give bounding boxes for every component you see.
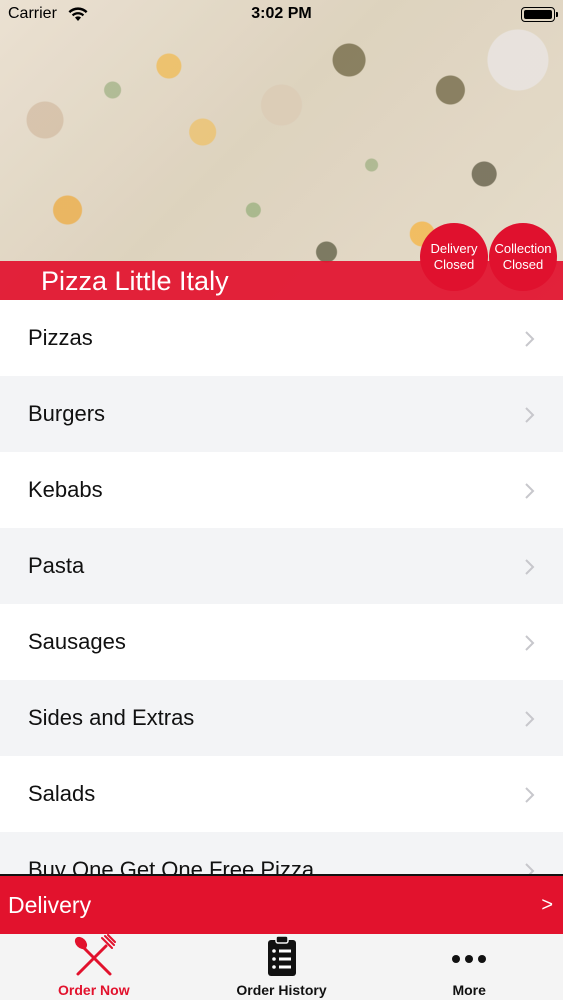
menu-item-pasta[interactable]: Pasta xyxy=(0,528,563,604)
menu-item-sausages[interactable]: Sausages xyxy=(0,604,563,680)
tab-more[interactable]: More xyxy=(375,934,563,1000)
menu-item-label: Pizzas xyxy=(28,325,93,350)
menu-item-label: Pasta xyxy=(28,553,85,578)
menu-item-label: Burgers xyxy=(28,401,106,426)
tab-bar: Order Now Order History More xyxy=(0,934,563,1000)
menu-item-sides-and-extras[interactable]: Sides and Extras xyxy=(0,680,563,756)
chevron-right-icon xyxy=(525,483,535,499)
menu-item-label: Sausages xyxy=(28,629,126,654)
chevron-right-icon xyxy=(525,863,535,874)
menu-item-bogof-pizza[interactable]: Buy One Get One Free Pizza xyxy=(0,832,563,874)
clipboard-icon xyxy=(260,934,304,978)
delivery-mode-label: Delivery xyxy=(8,891,92,918)
tab-label: Order History xyxy=(236,982,327,998)
menu-item-label: Sides and Extras xyxy=(28,705,195,730)
delivery-status-badge: Delivery Closed xyxy=(420,223,488,291)
chevron-right-icon xyxy=(525,559,535,575)
menu-item-label: Kebabs xyxy=(28,477,103,502)
battery-icon xyxy=(521,7,558,22)
tab-label: More xyxy=(452,982,486,998)
menu-item-pizzas[interactable]: Pizzas xyxy=(0,300,563,376)
menu-item-kebabs[interactable]: Kebabs xyxy=(0,452,563,528)
collection-status-value: Closed xyxy=(502,257,544,272)
tab-label: Order Now xyxy=(58,982,130,998)
status-time: 3:02 PM xyxy=(251,5,312,22)
more-dots-icon xyxy=(447,934,491,978)
menu-category-list: Pizzas Burgers Kebabs Pasta Sausages Sid… xyxy=(0,300,563,874)
fork-knife-icon xyxy=(72,934,116,978)
delivery-mode-bar[interactable]: Delivery > xyxy=(0,874,563,934)
delivery-status-value: Closed xyxy=(433,257,475,272)
collection-status-title: Collection xyxy=(494,241,552,256)
menu-item-salads[interactable]: Salads xyxy=(0,756,563,832)
delivery-arrow-icon: > xyxy=(541,893,553,916)
chevron-right-icon xyxy=(525,787,535,803)
chevron-right-icon xyxy=(525,331,535,347)
menu-item-label: Salads xyxy=(28,781,96,806)
delivery-status-title: Delivery xyxy=(430,241,478,256)
chevron-right-icon xyxy=(525,635,535,651)
chevron-right-icon xyxy=(525,711,535,727)
status-bar: Carrier 3:02 PM xyxy=(0,0,563,30)
restaurant-name: Pizza Little Italy xyxy=(41,266,229,296)
collection-status-badge: Collection Closed xyxy=(489,223,557,291)
tab-order-now[interactable]: Order Now xyxy=(0,934,188,1000)
chevron-right-icon xyxy=(525,407,535,423)
tab-order-history[interactable]: Order History xyxy=(188,934,376,1000)
menu-item-label: Buy One Get One Free Pizza xyxy=(28,857,315,874)
menu-item-burgers[interactable]: Burgers xyxy=(0,376,563,452)
